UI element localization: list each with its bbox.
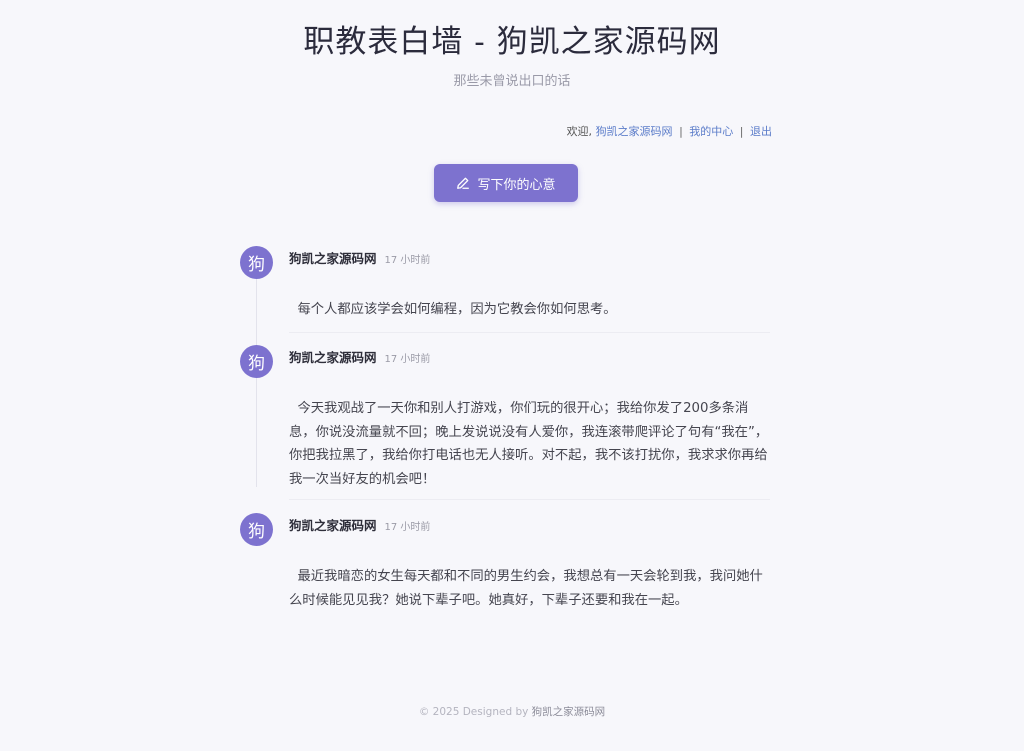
page-title: 职教表白墙 - 狗凯之家源码网 bbox=[303, 24, 721, 60]
post-content: 今天我观战了一天你和别人打游戏，你们玩的很开心；我给你发了200多条消息，你说没… bbox=[289, 397, 771, 491]
separator: | bbox=[679, 125, 683, 138]
separator: | bbox=[739, 125, 744, 138]
write-message-button[interactable]: 写下你的心意 bbox=[434, 164, 578, 202]
my-center-link[interactable]: 我的中心 bbox=[689, 125, 733, 138]
post-content: 最近我暗恋的女生每天都和不同的男生约会，我想总有一天会轮到我，我问她什么时候能见… bbox=[289, 565, 771, 612]
post-meta: 狗凯之家源码网 17 小时前 bbox=[289, 515, 430, 534]
post-divider bbox=[289, 332, 770, 333]
footer-brand: 狗凯之家源码网 bbox=[531, 706, 606, 718]
post-author: 狗凯之家源码网 bbox=[289, 518, 377, 533]
post-meta: 狗凯之家源码网 17 小时前 bbox=[289, 347, 430, 366]
post-text: 每个人都应该学会如何编程，因为它教会你如何思考。 bbox=[297, 302, 617, 317]
page-header: 职教表白墙 - 狗凯之家源码网 那些未曾说出口的话 bbox=[0, 22, 1024, 89]
username-link[interactable]: 狗凯之家源码网 bbox=[596, 125, 673, 138]
post-text: 最近我暗恋的女生每天都和不同的男生约会，我想总有一天会轮到我，我问她什么时候能见… bbox=[289, 569, 763, 608]
post-text: 今天我观战了一天你和别人打游戏，你们玩的很开心；我给你发了200多条消息，你说没… bbox=[289, 401, 769, 487]
avatar: 狗 bbox=[240, 513, 273, 546]
page-footer: © 2025 Designed by 狗凯之家源码网 bbox=[0, 704, 1024, 719]
write-message-label: 写下你的心意 bbox=[477, 177, 556, 193]
avatar: 狗 bbox=[240, 246, 273, 279]
avatar: 狗 bbox=[240, 345, 273, 378]
post-content: 每个人都应该学会如何编程，因为它教会你如何思考。 bbox=[289, 298, 771, 322]
page-subtitle: 那些未曾说出口的话 bbox=[453, 74, 571, 89]
post-time: 17 小时前 bbox=[384, 354, 431, 365]
post-time: 17 小时前 bbox=[384, 255, 431, 266]
post-author: 狗凯之家源码网 bbox=[289, 251, 377, 266]
post-divider bbox=[289, 499, 770, 500]
post-author: 狗凯之家源码网 bbox=[289, 350, 377, 365]
welcome-text: 欢迎, bbox=[566, 125, 593, 138]
post-meta: 狗凯之家源码网 17 小时前 bbox=[289, 248, 430, 267]
user-bar: 欢迎, 狗凯之家源码网 | 我的中心 | 退出 bbox=[567, 123, 772, 139]
post-time: 17 小时前 bbox=[384, 522, 431, 533]
logout-link[interactable]: 退出 bbox=[750, 125, 772, 138]
pencil-icon bbox=[457, 177, 470, 189]
footer-text: © 2025 Designed by bbox=[418, 706, 529, 718]
